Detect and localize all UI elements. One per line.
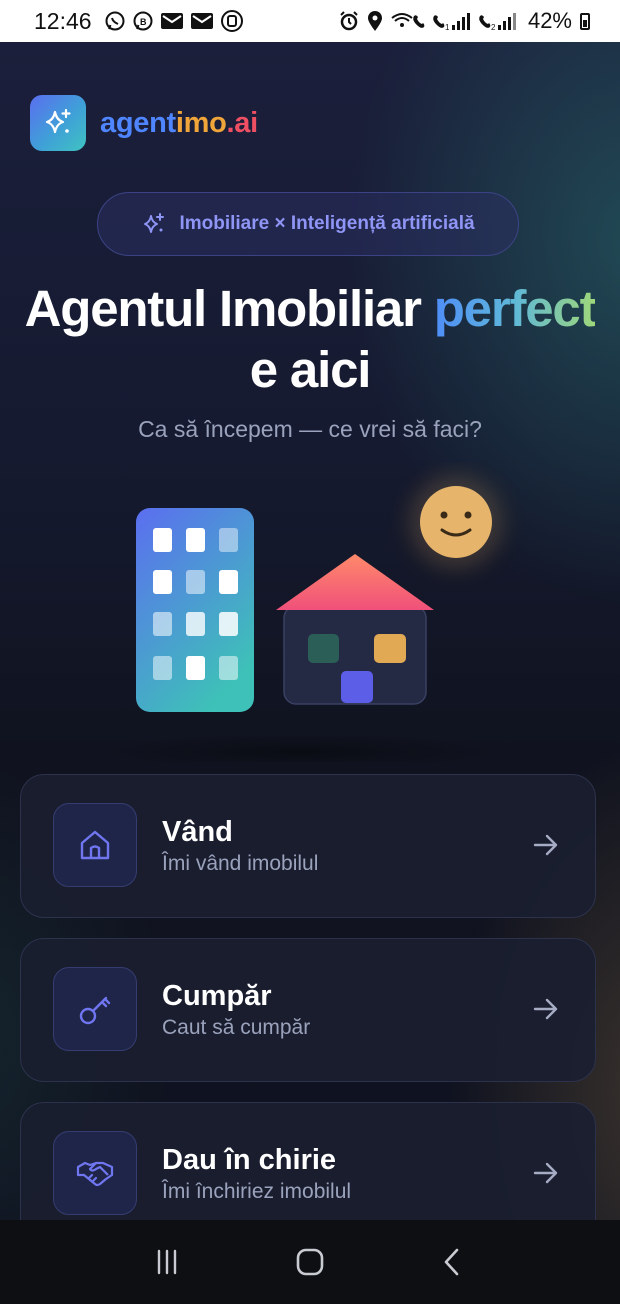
app-screen: agentimo.ai Imobiliare × Inteligență art… xyxy=(0,42,620,1220)
signal-sim2-icon: 2 xyxy=(479,13,516,32)
page-title: Agentul Imobiliar perfect e aici xyxy=(0,278,620,400)
option-title: Dau în chirie xyxy=(162,1144,337,1176)
headline-prefix: Agentul Imobiliar xyxy=(24,280,422,337)
tagline-pill: Imobiliare × Inteligență artificială xyxy=(97,192,519,256)
recents-button[interactable] xyxy=(137,1232,197,1292)
brand-logo[interactable]: agentimo.ai xyxy=(30,95,258,151)
arrow-right-icon xyxy=(533,1162,558,1184)
hero-illustration xyxy=(100,462,528,762)
brand-name-part2: imo xyxy=(175,106,227,139)
building-icon xyxy=(136,508,254,712)
status-bar: 12:46 B 1 2 42% xyxy=(0,0,620,42)
tagline-text: Imobiliare × Inteligență artificială xyxy=(179,213,475,234)
signal-sim1-icon: 1 xyxy=(433,13,470,32)
handshake-icon xyxy=(76,1161,114,1187)
whatsapp-business-icon: B xyxy=(133,11,153,31)
house-icon-box xyxy=(53,803,137,887)
option-title: Vând xyxy=(162,816,233,848)
gmail-icon-2 xyxy=(190,13,213,29)
headline-line2: e aici xyxy=(249,341,372,398)
headline-accent: perfect xyxy=(433,280,597,337)
smiley-sun-icon xyxy=(384,462,528,594)
arrow-right-icon xyxy=(533,998,558,1020)
arrow-right-icon xyxy=(533,834,558,856)
battery-icon xyxy=(580,12,590,30)
option-card-sell[interactable]: Vând Îmi vând imobilul xyxy=(20,774,596,918)
brand-name-part1: agent xyxy=(100,106,176,139)
home-icon xyxy=(296,1248,324,1276)
wifi-calling-icon xyxy=(391,13,425,28)
outlook-icon xyxy=(220,10,243,32)
subtitle: Ca să începem — ce vrei să faci? xyxy=(138,416,482,442)
status-right: 1 2 42% xyxy=(338,8,590,34)
option-card-buy[interactable]: Cumpăr Caut să cumpăr xyxy=(20,938,596,1082)
option-title: Cumpăr xyxy=(162,980,272,1012)
status-left: 12:46 B xyxy=(34,8,244,35)
option-subtitle: Caut să cumpăr xyxy=(162,1016,311,1039)
option-subtitle: Îmi vând imobilul xyxy=(162,852,319,875)
back-button[interactable] xyxy=(423,1232,483,1292)
brand-name: agentimo.ai xyxy=(100,107,258,140)
gmail-icon xyxy=(160,13,183,29)
alarm-icon xyxy=(340,11,358,31)
sparkle-logo-icon xyxy=(30,95,86,151)
home-button[interactable] xyxy=(280,1232,340,1292)
house-icon xyxy=(80,830,110,860)
option-card-rent[interactable]: Dau în chirie Îmi închiriez imobilul xyxy=(20,1102,596,1220)
whatsapp-icon xyxy=(105,11,125,31)
svg-text:B: B xyxy=(140,17,147,27)
location-icon xyxy=(367,11,382,31)
system-nav-bar xyxy=(0,1220,620,1304)
option-subtitle: Îmi închiriez imobilul xyxy=(162,1180,352,1203)
key-icon-box xyxy=(53,967,137,1051)
status-time: 12:46 xyxy=(34,7,92,34)
svg-text:1: 1 xyxy=(445,23,450,32)
back-icon xyxy=(445,1248,459,1276)
brand-name-part3: .ai xyxy=(226,106,259,139)
battery-level: 42% xyxy=(527,8,572,33)
key-icon xyxy=(79,996,111,1025)
sparkle-icon xyxy=(144,213,165,233)
handshake-icon-box xyxy=(53,1131,137,1215)
recents-icon xyxy=(157,1249,176,1275)
svg-text:2: 2 xyxy=(491,23,496,32)
